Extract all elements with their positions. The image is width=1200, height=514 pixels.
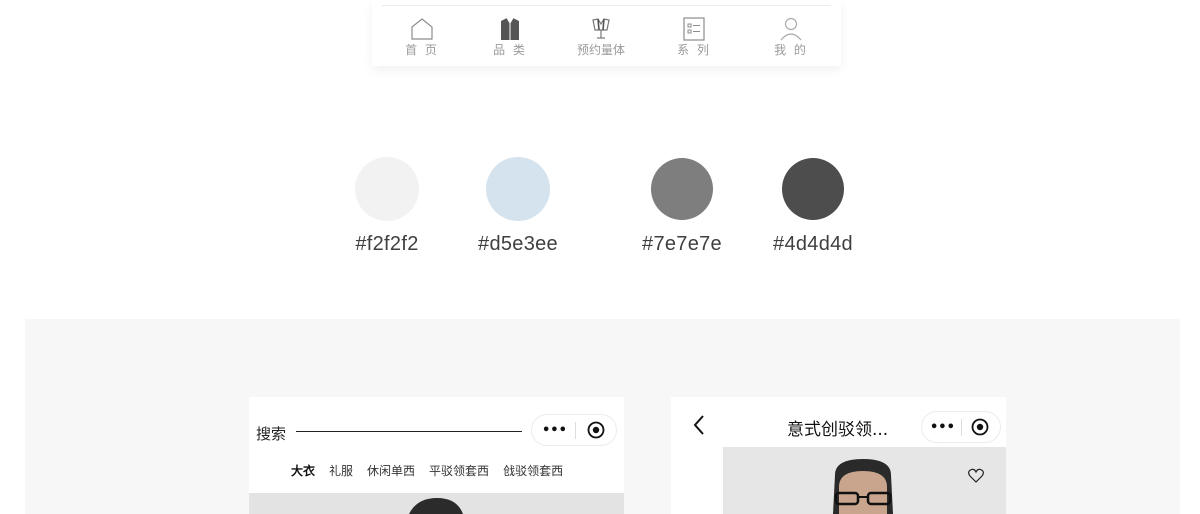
tab-profile-label: 我 的 [774,43,808,57]
category-tab[interactable]: 戗驳领套西 [503,464,563,478]
capsule-separator [961,419,962,436]
category-tab[interactable]: 礼服 [329,464,353,478]
swatch-circle [782,158,844,220]
tab-bar-divider [382,5,831,6]
phone-screen-detail: 意式创驳领... ••• [671,397,1006,514]
tab-series[interactable]: 系 列 [654,16,734,58]
swatch-circle [355,157,419,221]
search-input[interactable] [296,431,522,432]
swatch-circle [486,157,550,221]
product-banner-image[interactable] [249,493,624,514]
measure-icon [592,18,610,39]
swatch-hex-label: #d5e3ee [478,233,558,255]
tab-measure-label: 预约量体 [576,43,625,57]
home-icon [411,18,433,40]
search-label: 搜索 [256,425,287,443]
favorite-heart-icon[interactable] [968,468,984,483]
tab-category-label: 品 类 [493,43,527,57]
mini-program-capsule: ••• [531,414,617,446]
back-arrow-icon[interactable] [692,414,706,436]
tab-measure[interactable]: 预约量体 [561,16,641,58]
category-tab[interactable]: 休闲单西 [367,464,415,478]
tab-profile[interactable]: 我 的 [751,16,831,58]
category-tab[interactable]: 平驳领套西 [429,464,489,478]
close-target-icon[interactable] [587,421,605,439]
more-icon[interactable]: ••• [930,419,955,436]
tab-series-label: 系 列 [677,43,711,57]
tab-category[interactable]: 品 类 [470,16,550,58]
swatch-circle [651,158,713,220]
model-photo [833,459,893,514]
model-head-image [409,498,463,514]
close-target-icon[interactable] [971,418,989,436]
bottom-tab-bar: 首 页 品 类 预约量体 系 列 我 的 [372,0,841,66]
user-icon [780,17,802,41]
phone-screen-search: 搜索 ••• 大衣 礼服 休闲单西 平驳领套西 戗驳领套西 [249,397,624,514]
color-swatch: #7e7e7e [622,158,742,256]
shirt-icon [501,17,519,40]
swatch-hex-label: #4d4d4d [773,233,853,255]
color-swatch: #4d4d4d [753,158,873,256]
capsule-separator [575,422,576,439]
tab-home-label: 首 页 [405,43,439,57]
tab-home[interactable]: 首 页 [382,16,462,58]
category-tab-active[interactable]: 大衣 [291,464,315,478]
page-title: 意式创驳领... [787,420,889,440]
color-swatch: #d5e3ee [458,157,578,256]
mini-program-capsule: ••• [921,411,1001,443]
color-swatch: #f2f2f2 [327,157,447,256]
swatch-hex-label: #7e7e7e [642,233,722,255]
swatch-hex-label: #f2f2f2 [355,233,419,255]
list-icon [683,17,705,41]
more-icon[interactable]: ••• [542,422,567,439]
product-image[interactable] [723,447,1006,514]
category-tabs: 大衣 礼服 休闲单西 平驳领套西 戗驳领套西 [291,462,577,479]
